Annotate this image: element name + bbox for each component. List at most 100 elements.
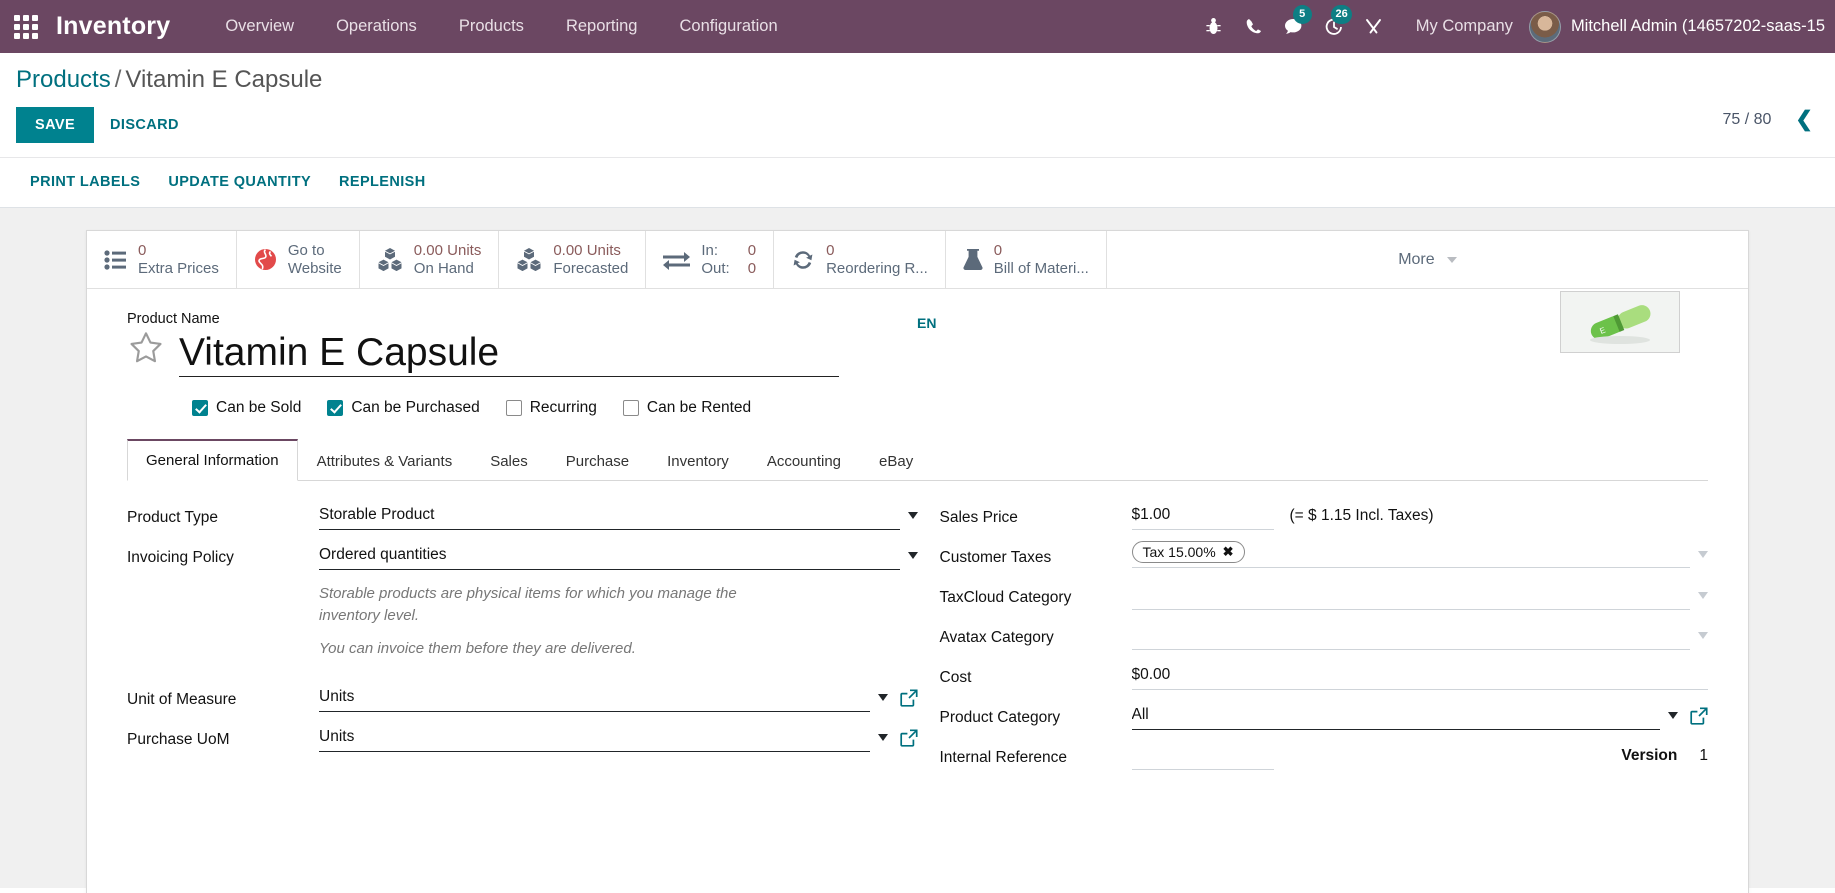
- product-title-block: Product Name EN E: [87, 289, 1748, 378]
- avatar[interactable]: [1528, 10, 1561, 43]
- field-taxcloud-category-label: TaxCloud Category: [939, 589, 1072, 607]
- stat-out-value: 0: [747, 259, 757, 277]
- update-quantity-button[interactable]: UPDATE QUANTITY: [154, 168, 325, 196]
- field-product-category: Product Category: [940, 701, 1709, 737]
- stat-button-bill-of-materials[interactable]: 0 Bill of Materi...: [946, 231, 1107, 289]
- tab-purchase[interactable]: Purchase: [547, 441, 648, 481]
- field-unit-of-measure-label: Unit of Measure: [127, 691, 237, 709]
- field-customer-taxes-input[interactable]: Tax 15.00% ✖: [1131, 541, 1690, 569]
- tab-accounting[interactable]: Accounting: [748, 441, 860, 481]
- internal-link-unit-of-measure-icon[interactable]: [899, 689, 918, 707]
- checkbox-recurring[interactable]: Recurring: [505, 399, 597, 417]
- tab-attributes-variants[interactable]: Attributes & Variants: [298, 441, 472, 481]
- chevron-down-icon[interactable]: [877, 734, 888, 742]
- print-labels-button[interactable]: PRINT LABELS: [16, 168, 154, 196]
- bug-icon[interactable]: [1194, 0, 1234, 53]
- activities-clock-icon[interactable]: 26: [1314, 0, 1354, 53]
- caret-down-icon: [1446, 256, 1457, 263]
- apps-menu-button[interactable]: [0, 0, 52, 53]
- stat-button-more[interactable]: More: [1107, 231, 1748, 288]
- notebook-tabs: General Information Attributes & Variant…: [127, 439, 1708, 482]
- field-internal-reference-input[interactable]: [1131, 741, 1274, 771]
- tools-icon[interactable]: [1354, 0, 1394, 53]
- checkbox-recurring-box[interactable]: [505, 400, 522, 417]
- field-internal-reference-label: Internal Reference: [939, 749, 1068, 767]
- stat-value: 0: [826, 242, 835, 260]
- chevron-down-icon[interactable]: [1668, 712, 1678, 720]
- internal-link-purchase-uom-icon[interactable]: [899, 729, 918, 747]
- user-menu[interactable]: Mitchell Admin (14657202-saas-15: [1561, 17, 1825, 36]
- chevron-down-icon[interactable]: [877, 694, 888, 702]
- field-cost: Cost: [940, 661, 1708, 697]
- tab-inventory[interactable]: Inventory: [648, 441, 748, 481]
- pager: 75 / 80 ❮: [1722, 67, 1819, 130]
- replenish-button[interactable]: REPLENISH: [325, 168, 440, 196]
- stat-in-key: In:: [701, 242, 719, 260]
- field-customer-taxes: Customer Taxes Tax 15.00% ✖: [940, 541, 1708, 577]
- main-menu: Overview Operations Products Reporting C…: [204, 0, 798, 53]
- pager-value: 75 / 80: [1722, 110, 1772, 128]
- field-unit-of-measure: Unit of Measure: [127, 683, 918, 719]
- stat-button-go-to-website[interactable]: Go to Website: [237, 231, 360, 289]
- menu-item-products[interactable]: Products: [438, 0, 545, 53]
- tax-tag-label: Tax 15.00%: [1142, 544, 1216, 561]
- cubes-icon: [516, 248, 542, 272]
- field-cost-input[interactable]: [1131, 661, 1708, 691]
- stat-button-extra-prices[interactable]: 0 Extra Prices: [87, 231, 237, 289]
- form-column-left: Product Type Invoicing Policy S: [127, 501, 918, 781]
- language-badge[interactable]: EN: [917, 315, 936, 331]
- field-taxcloud-category-input[interactable]: [1131, 581, 1690, 611]
- stat-button-on-hand[interactable]: 0.00 Units On Hand: [360, 231, 500, 289]
- field-unit-of-measure-input[interactable]: [319, 683, 870, 713]
- stat-label: Forecasted: [553, 259, 629, 277]
- checkbox-can-be-rented[interactable]: Can be Rented: [622, 399, 751, 417]
- field-avatax-category-input[interactable]: [1131, 621, 1690, 651]
- menu-item-overview[interactable]: Overview: [204, 0, 315, 53]
- tab-sales[interactable]: Sales: [471, 441, 547, 481]
- stat-button-reordering-rules[interactable]: 0 Reordering R...: [774, 231, 946, 289]
- product-name-label: Product Name: [127, 311, 220, 328]
- messages-icon[interactable]: 5: [1274, 0, 1314, 53]
- chevron-down-icon[interactable]: [907, 552, 918, 560]
- field-product-type-input[interactable]: [319, 501, 900, 531]
- product-name-input[interactable]: [179, 330, 839, 375]
- menu-item-reporting[interactable]: Reporting: [545, 0, 659, 53]
- tab-general-information[interactable]: General Information: [127, 439, 298, 482]
- remove-tag-icon[interactable]: ✖: [1223, 544, 1234, 560]
- field-product-type-label: Product Type: [127, 509, 219, 527]
- breadcrumb-products-link[interactable]: Products: [16, 66, 111, 93]
- company-selector[interactable]: My Company: [1394, 17, 1529, 36]
- tab-ebay[interactable]: eBay: [860, 441, 932, 481]
- messages-badge: 5: [1292, 5, 1312, 24]
- field-invoicing-policy-input[interactable]: [319, 541, 900, 571]
- product-image[interactable]: E: [1560, 291, 1680, 354]
- checkbox-can-be-sold[interactable]: Can be Sold: [192, 399, 301, 417]
- field-purchase-uom-label: Purchase UoM: [127, 731, 230, 749]
- chevron-down-icon[interactable]: [1698, 632, 1708, 640]
- discard-button[interactable]: DISCARD: [94, 107, 195, 143]
- field-product-category-input[interactable]: [1131, 701, 1660, 731]
- checkbox-can-be-purchased-box[interactable]: [327, 400, 344, 417]
- stat-button-in-out[interactable]: In: 0 Out: 0: [646, 231, 775, 289]
- internal-link-product-category-icon[interactable]: [1690, 707, 1708, 725]
- save-button[interactable]: SAVE: [16, 107, 95, 144]
- chevron-down-icon[interactable]: [1698, 551, 1708, 559]
- checkbox-can-be-sold-box[interactable]: [192, 400, 208, 417]
- field-sales-price-input[interactable]: [1131, 501, 1274, 531]
- menu-item-operations[interactable]: Operations: [315, 0, 438, 53]
- chevron-down-icon[interactable]: [907, 512, 918, 520]
- star-outline-icon[interactable]: [127, 329, 165, 371]
- field-purchase-uom-input[interactable]: [319, 723, 870, 753]
- checkbox-can-be-rented-box[interactable]: [622, 400, 639, 417]
- checkbox-can-be-purchased[interactable]: Can be Purchased: [327, 399, 480, 417]
- phone-icon[interactable]: [1234, 0, 1274, 53]
- app-brand-inventory[interactable]: Inventory: [52, 12, 182, 41]
- breadcrumb-current: Vitamin E Capsule: [125, 66, 323, 93]
- menu-item-configuration[interactable]: Configuration: [658, 0, 798, 53]
- chevron-down-icon[interactable]: [1698, 592, 1708, 600]
- product-flags: Can be Sold Can be Purchased Recurring C…: [87, 377, 1748, 417]
- chevron-left-icon[interactable]: ❮: [1789, 109, 1819, 130]
- stat-button-forecasted[interactable]: 0.00 Units Forecasted: [499, 231, 647, 289]
- record-action-buttons: PRINT LABELS UPDATE QUANTITY REPLENISH: [0, 157, 1835, 207]
- stat-label: Bill of Materi...: [993, 259, 1089, 277]
